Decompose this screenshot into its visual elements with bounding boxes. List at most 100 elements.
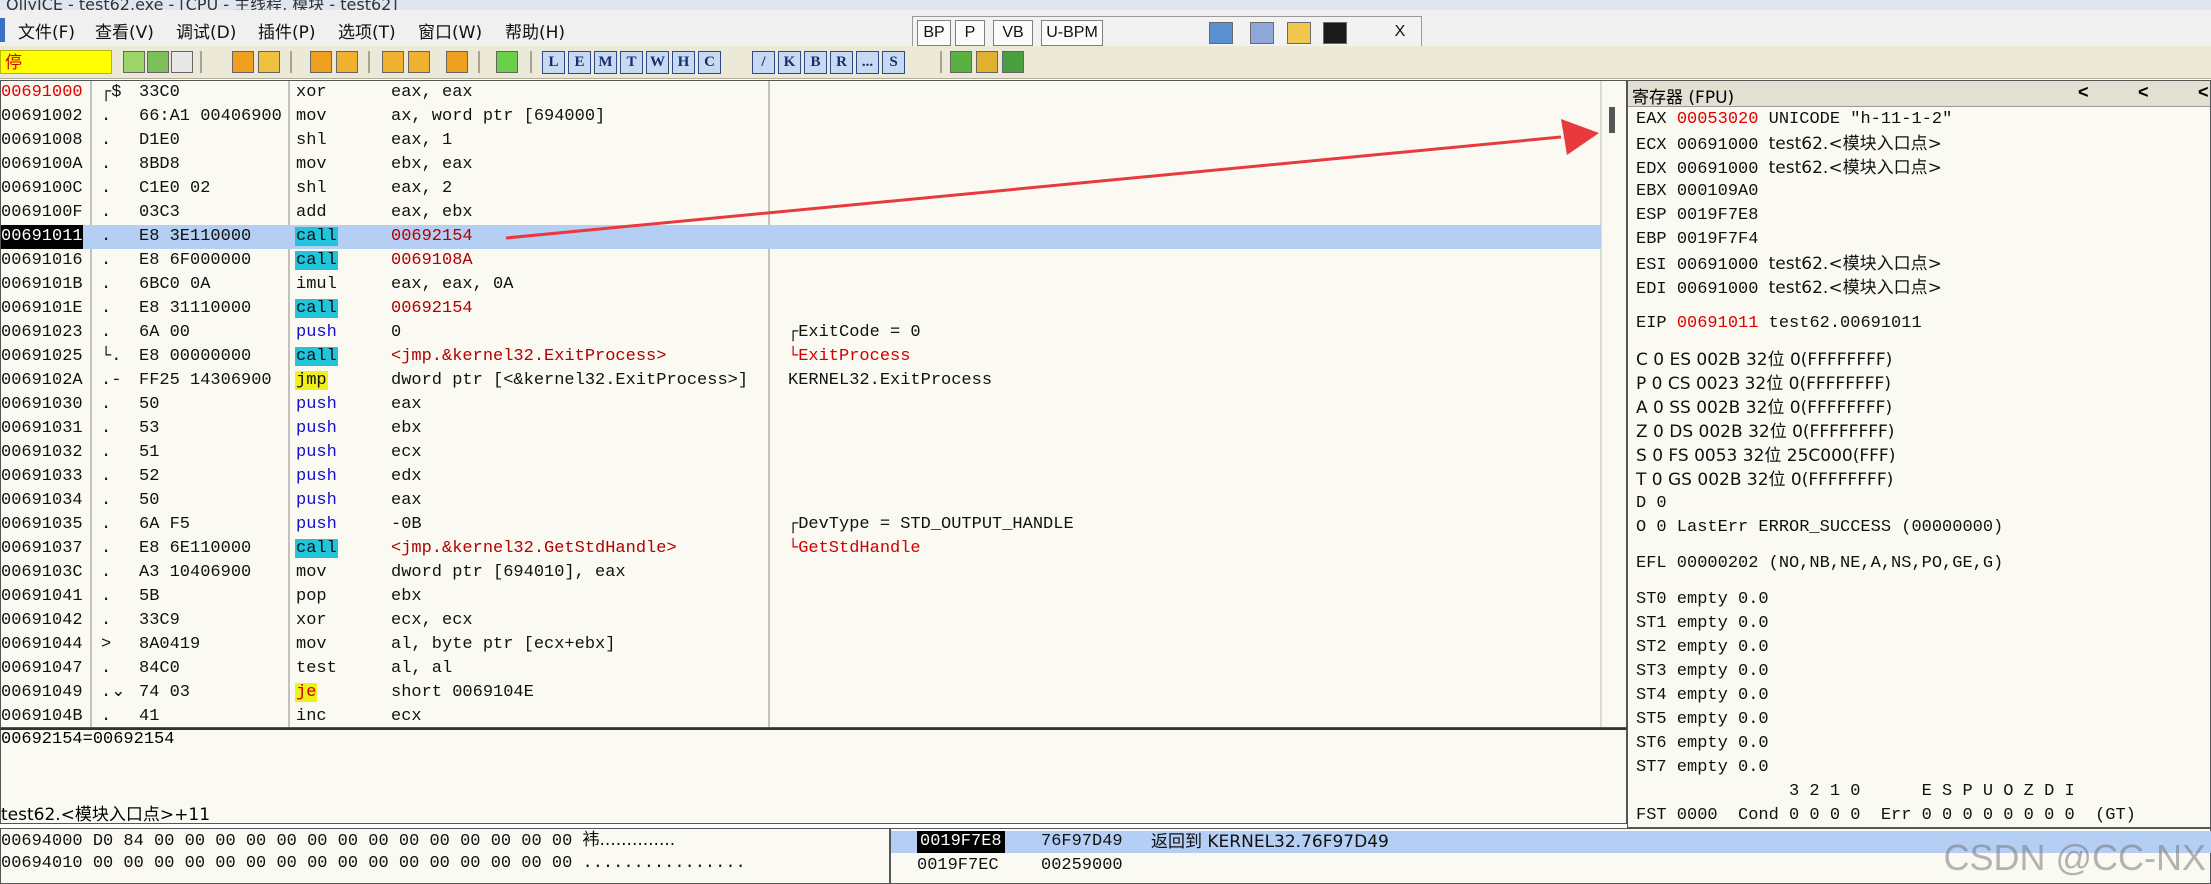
handles-window-button[interactable]: H <box>672 51 695 74</box>
disassembly-pane[interactable]: 00691000 ┌$ 33C0 xor eax, eax 00691002. 66:A1 … <box>0 80 1627 728</box>
register-value[interactable]: 00691000 <box>1677 160 1759 179</box>
menu-debug[interactable]: 调试(D) <box>176 18 236 43</box>
patches-window-button[interactable]: / <box>752 51 775 74</box>
flag-line[interactable]: T 0 GS 002B 32位 0(FFFFFFFF) <box>1636 469 1893 491</box>
bp-button[interactable]: BP <box>917 20 951 46</box>
breakpoints-window-button[interactable]: B <box>804 51 827 74</box>
disasm-row[interactable]: 00691008. D1E0 shl eax, 1 <box>1 129 1601 153</box>
register-eax[interactable]: EAX 00053020 UNICODE "h-11-1-2" <box>1636 109 1952 131</box>
disasm-row[interactable]: 0069101E. E8 31110000 call 00692154 <box>1 297 1601 321</box>
disasm-row[interactable]: 00691047. 84C0 test al, al <box>1 657 1601 681</box>
vb-button[interactable]: VB <box>993 20 1033 46</box>
disasm-row[interactable]: 0069100C. C1E0 02 shl eax, 2 <box>1 177 1601 201</box>
register-ecx[interactable]: ECX 00691000 test62.<模块入口点> <box>1636 133 1942 157</box>
fst-line[interactable]: FST 0000 Cond 0 0 0 0 Err 0 0 0 0 0 0 0 … <box>1636 805 2136 827</box>
flag-line[interactable]: D 0 <box>1636 493 1667 515</box>
register-esp[interactable]: ESP 0019F7E8 <box>1636 205 1758 227</box>
fpu-st1[interactable]: ST1 empty 0.0 <box>1636 613 1769 635</box>
disasm-row[interactable]: 00691041. 5B pop ebx <box>1 585 1601 609</box>
menu-options[interactable]: 选项(T) <box>338 18 396 43</box>
folder-icon[interactable] <box>1287 22 1311 44</box>
stack-value[interactable]: 76F97D49 <box>1041 831 1123 853</box>
console-icon[interactable] <box>1323 22 1347 44</box>
flag-line[interactable]: C 0 ES 002B 32位 0(FFFFFFFF) <box>1636 349 1892 371</box>
disasm-row[interactable]: 00691032. 51 push ecx <box>1 441 1601 465</box>
disasm-row[interactable]: 00691042. 33C9 xor ecx, ecx <box>1 609 1601 633</box>
trace-into-icon[interactable] <box>382 51 404 73</box>
register-eip[interactable]: EIP 00691011 test62.00691011 <box>1636 313 1922 335</box>
run-icon[interactable] <box>232 51 254 73</box>
disasm-row[interactable]: 00691030. 50 push eax <box>1 393 1601 417</box>
help-icon[interactable] <box>1002 51 1024 73</box>
options-icon[interactable] <box>976 51 998 73</box>
register-value[interactable]: 00691011 <box>1677 314 1759 333</box>
execute-till-return-icon[interactable] <box>446 51 468 73</box>
fpu-st7[interactable]: ST7 empty 0.0 <box>1636 757 1769 779</box>
dump-ascii[interactable]: 袆.............. <box>583 830 676 850</box>
prev-view-button[interactable]: < <box>2198 82 2209 103</box>
dump-hex[interactable]: D0 84 00 00 00 00 00 00 00 00 00 00 00 0… <box>93 832 572 851</box>
dump-row[interactable]: 00694000 D0 84 00 00 00 00 00 00 00 00 0… <box>1 829 675 853</box>
fpu-st5[interactable]: ST5 empty 0.0 <box>1636 709 1769 731</box>
register-edx[interactable]: EDX 00691000 test62.<模块入口点> <box>1636 157 1942 181</box>
disasm-row[interactable]: 00691044 >8A0419 mov al, byte ptr [ecx+ebx] <box>1 633 1601 657</box>
log-window-button[interactable]: L <box>542 51 565 74</box>
register-value[interactable]: 00691000 <box>1677 280 1759 299</box>
fpu-st6[interactable]: ST6 empty 0.0 <box>1636 733 1769 755</box>
disasm-row[interactable]: 00691016. E8 6F000000 call 0069108A <box>1 249 1601 273</box>
register-value[interactable]: 00691000 <box>1677 136 1759 155</box>
fpu-st2[interactable]: ST2 empty 0.0 <box>1636 637 1769 659</box>
trace-over-icon[interactable] <box>408 51 430 73</box>
threads-window-button[interactable]: T <box>620 51 643 74</box>
u-bpm-button[interactable]: U-BPM <box>1041 20 1103 46</box>
cpu-window-button[interactable]: C <box>698 51 721 74</box>
p-button[interactable]: P <box>955 20 985 46</box>
close-process-icon[interactable] <box>171 51 193 73</box>
memory-window-button[interactable]: M <box>594 51 617 74</box>
register-value[interactable]: 00053020 <box>1677 110 1759 129</box>
dump-ascii[interactable]: ................ <box>583 854 746 873</box>
fpu-st3[interactable]: ST3 empty 0.0 <box>1636 661 1769 683</box>
source-window-button[interactable]: S <box>882 51 905 74</box>
disasm-row[interactable]: 00691049 .⌄ 74 03 je short 0069104E <box>1 681 1601 705</box>
register-ebp[interactable]: EBP 0019F7F4 <box>1636 229 1758 251</box>
stack-value[interactable]: 00259000 <box>1041 855 1123 877</box>
open-icon[interactable] <box>123 51 145 73</box>
disasm-row[interactable]: 0069100A. 8BD8 mov ebx, eax <box>1 153 1601 177</box>
register-edi[interactable]: EDI 00691000 test62.<模块入口点> <box>1636 277 1942 301</box>
disasm-row[interactable]: 00691002. 66:A1 00406900 mov ax, word ptr [… <box>1 105 1601 129</box>
stack-pane[interactable]: 0019F7E8 76F97D49 返回到 KERNEL32.76F97D49 … <box>890 828 2211 884</box>
efl-line[interactable]: EFL 00000202 (NO,NB,NE,A,NS,PO,GE,G) <box>1636 553 2003 575</box>
register-value[interactable]: 0019F7E8 <box>1677 206 1759 225</box>
fpu-st0[interactable]: ST0 empty 0.0 <box>1636 589 1769 611</box>
disasm-row[interactable]: 0069100F. 03C3 add eax, ebx <box>1 201 1601 225</box>
run-trace-window-button[interactable]: ... <box>856 51 879 74</box>
menu-file[interactable]: 文件(F) <box>18 18 75 43</box>
flag-line[interactable]: A 0 SS 002B 32位 0(FFFFFFFF) <box>1636 397 1892 419</box>
flag-line[interactable]: O 0 LastErr ERROR_SUCCESS (00000000) <box>1636 517 2003 539</box>
fpu-st4[interactable]: ST4 empty 0.0 <box>1636 685 1769 707</box>
callstack-window-button[interactable]: K <box>778 51 801 74</box>
disasm-row[interactable]: 00691034. 50 push eax <box>1 489 1601 513</box>
flag-line[interactable]: P 0 CS 0023 32位 0(FFFFFFFF) <box>1636 373 1891 395</box>
list-icon[interactable] <box>950 51 972 73</box>
references-window-button[interactable]: R <box>830 51 853 74</box>
modules-window-button[interactable]: E <box>568 51 591 74</box>
pause-icon[interactable] <box>258 51 280 73</box>
prev-view-button[interactable]: < <box>2078 82 2089 103</box>
restart-icon[interactable] <box>147 51 169 73</box>
step-into-icon[interactable] <box>310 51 332 73</box>
menu-help[interactable]: 帮助(H) <box>505 18 565 43</box>
disasm-row[interactable]: 00691025 └. E8 00000000 call <jmp.&kernel32.… <box>1 345 1601 369</box>
disasm-row[interactable]: 00691033. 52 push edx <box>1 465 1601 489</box>
close-button[interactable]: X <box>1385 20 1415 46</box>
register-value[interactable]: 0019F7F4 <box>1677 230 1759 249</box>
disasm-row[interactable]: 00691023. 6A 00 push 0 ┌ExitCode = 0 <box>1 321 1601 345</box>
dump-pane[interactable]: 00694000 D0 84 00 00 00 00 00 00 00 00 0… <box>0 828 890 884</box>
disasm-row[interactable]: 0069102A .- FF25 14306900 jmp dword ptr [<&k… <box>1 369 1601 393</box>
disasm-row[interactable]: 0069103C. A3 10406900 mov dword ptr [694010… <box>1 561 1601 585</box>
goto-icon[interactable] <box>496 51 518 73</box>
menu-view[interactable]: 查看(V) <box>95 18 154 43</box>
disasm-row[interactable]: 0069101B. 6BC0 0A imul eax, eax, 0A <box>1 273 1601 297</box>
flag-line[interactable]: S 0 FS 0053 32位 25C000(FFF) <box>1636 445 1895 467</box>
